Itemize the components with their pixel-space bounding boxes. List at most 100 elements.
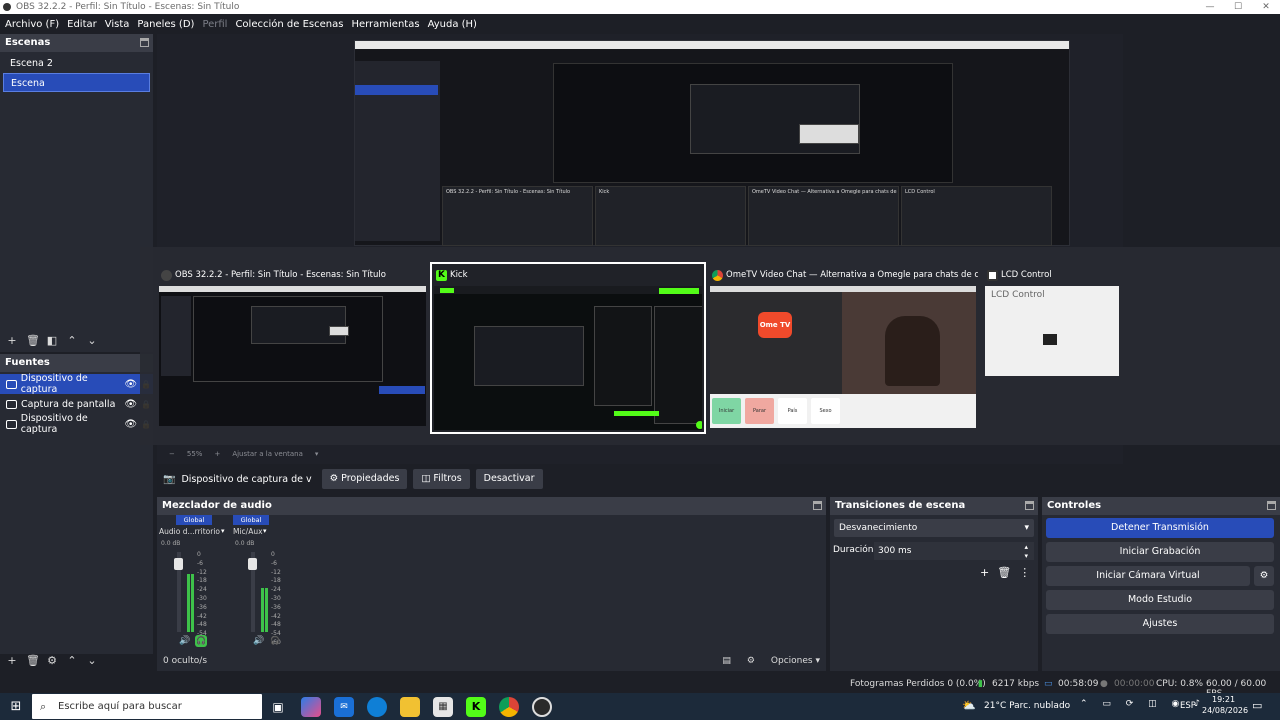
copilot-icon[interactable] (301, 697, 321, 717)
settings-button[interactable]: Ajustes (1046, 614, 1274, 634)
minimize-button[interactable]: — (1196, 0, 1224, 14)
menu-item-6[interactable]: Herramientas (351, 19, 419, 30)
source-up-icon[interactable]: ⌃ (66, 654, 78, 667)
visibility-eye-icon[interactable]: 👁 (124, 379, 137, 390)
back-window-title: OmeTV Video Chat — Alternativa a Omegle … (752, 189, 899, 195)
weather-text[interactable]: 21°C Parc. nublado (984, 701, 1070, 711)
mixer-title: Mezclador de audio (162, 500, 272, 511)
source-item[interactable]: Captura de pantalla👁🔒 (0, 394, 153, 414)
ometv-button[interactable]: Sexo (811, 398, 840, 424)
signal-icon: ▮ (978, 679, 983, 689)
remove-source-icon[interactable]: 🗑 (26, 654, 40, 667)
obs-taskbar-icon[interactable] (532, 697, 552, 717)
menu-item-5[interactable]: Colección de Escenas (235, 19, 343, 30)
start-recording-button[interactable]: Iniciar Grabación (1046, 542, 1274, 562)
layout-toggle-icon[interactable]: ▤ (722, 656, 731, 666)
visibility-eye-icon[interactable]: 👁 (124, 399, 137, 410)
volume-slider-handle[interactable] (174, 558, 183, 570)
menu-item-4[interactable]: Perfil (202, 19, 227, 30)
virtual-cam-settings-icon[interactable]: ⚙ (1254, 566, 1274, 586)
fit-mode[interactable]: Ajustar a la ventana (232, 450, 303, 458)
maximize-button[interactable]: ☐ (1224, 0, 1252, 14)
speaker-icon[interactable]: 🔊 (253, 636, 264, 646)
add-transition-icon[interactable]: + (980, 566, 989, 579)
speaker-icon[interactable]: 🔊 (179, 636, 190, 646)
switcher-back-window: OBS 32.2.2 - Perfil: Sin Título - Escena… (442, 186, 593, 246)
mixer-settings-icon[interactable]: ⚙ (747, 656, 755, 666)
controls-undock-icon[interactable] (1267, 501, 1276, 510)
stop-stream-button[interactable]: Detener Transmisión (1046, 518, 1274, 538)
properties-button[interactable]: ⚙ Propiedades (321, 469, 408, 489)
source-item[interactable]: Dispositivo de captura👁🔒 (0, 413, 153, 435)
source-label: Dispositivo de captura (20, 373, 88, 395)
transition-menu-icon[interactable]: ⋮ (1019, 566, 1030, 579)
taskbar-search[interactable]: ⌕ Escribe aquí para buscar (32, 694, 262, 719)
monitor-headphones-icon[interactable]: 🎧 (269, 635, 281, 647)
monitor-headphones-icon[interactable]: 🎧 (195, 635, 207, 647)
bitrate: 6217 kbps (992, 679, 1040, 689)
transitions-undock-icon[interactable] (1025, 501, 1034, 510)
deactivate-button[interactable]: Desactivar (475, 469, 543, 489)
add-scene-icon[interactable]: + (6, 334, 18, 347)
stepper-down-icon[interactable]: ▾ (1024, 547, 1028, 565)
studio-mode-button[interactable]: Modo Estudio (1046, 590, 1274, 610)
move-up-icon[interactable]: ⌃ (66, 334, 78, 347)
switcher-window-obs[interactable]: OBS 32.2.2 - Perfil: Sin Título - Escena… (157, 264, 428, 428)
scene-filters-icon[interactable]: ◧ (46, 334, 58, 347)
volume-slider-handle[interactable] (248, 558, 257, 570)
filters-button[interactable]: ◫ Filtros (413, 469, 470, 489)
add-source-icon[interactable]: + (6, 654, 18, 667)
scene-item[interactable]: Escena 2 (3, 54, 150, 73)
obs-window-title: OBS 32.2.2 - Perfil: Sin Título - Escena… (175, 270, 386, 280)
start-virtual-cam-button[interactable]: Iniciar Cámara Virtual (1046, 566, 1250, 586)
kick-icon: K (436, 270, 447, 281)
source-down-icon[interactable]: ⌄ (86, 654, 98, 667)
remove-scene-icon[interactable]: 🗑 (26, 334, 40, 347)
move-down-icon[interactable]: ⌄ (86, 334, 98, 347)
windows-start-icon[interactable]: ⊞ (6, 697, 26, 717)
zoom-in-icon[interactable]: + (214, 450, 220, 458)
zoom-out-icon[interactable]: − (169, 450, 175, 458)
undock-icon[interactable] (140, 38, 149, 47)
menu-item-0[interactable]: Archivo (F) (5, 19, 59, 30)
menu-item-7[interactable]: Ayuda (H) (428, 19, 477, 30)
db-scale: 0-6-12-18-24-30-36-42-48-54-60 (271, 551, 281, 648)
scene-item[interactable]: Escena (3, 73, 150, 92)
file-explorer-icon[interactable] (400, 697, 420, 717)
clock-date[interactable]: 24/08/2026 (1202, 706, 1248, 715)
notification-icon[interactable]: ▭ (1252, 699, 1262, 712)
source-settings-icon[interactable]: ⚙ (46, 654, 58, 667)
kick-taskbar-icon[interactable]: K (466, 697, 486, 717)
preview-area[interactable]: OBS 32.2.2 - Perfil: Sin Título - Escena… (140, 34, 1280, 464)
duration-input[interactable]: 300 ms ▴ ▾ (874, 542, 1034, 560)
mixer-channel: Global Mic/Aux ▾ 0.0 dB 0 -6 -12 -18 -24 -30 -36 -4… (231, 515, 303, 649)
remove-transition-icon[interactable]: 🗑 (997, 566, 1011, 579)
channel-dropdown-icon[interactable]: ▾ (263, 527, 267, 535)
audio-mixer-panel: Mezclador de audio Global Audio d...rrito… (157, 497, 826, 671)
menu-item-2[interactable]: Vista (105, 19, 130, 30)
ometv-button[interactable]: País (778, 398, 807, 424)
task-view-icon[interactable]: ▣ (268, 697, 288, 717)
source-item[interactable]: Dispositivo de captura👁🔒 (0, 373, 153, 395)
edge-icon[interactable] (367, 697, 387, 717)
obs-app-icon (3, 3, 11, 11)
language-indicator[interactable]: ESP (1180, 701, 1196, 711)
mixer-undock-icon[interactable] (813, 501, 822, 510)
switcher-window-ometv[interactable]: OmeTV Video Chat — Alternativa a Omegle … (708, 264, 978, 430)
chrome-taskbar-icon[interactable] (499, 697, 519, 717)
store-icon[interactable]: ▦ (433, 697, 453, 717)
visibility-eye-icon[interactable]: 👁 (124, 419, 137, 430)
fit-dropdown-icon[interactable]: ▾ (315, 450, 319, 458)
ometv-button[interactable]: Iniciar (712, 398, 741, 424)
menu-item-3[interactable]: Paneles (D) (137, 19, 194, 30)
mail-icon[interactable]: ✉ (334, 697, 354, 717)
clock-time[interactable]: 19:21 (1212, 695, 1235, 704)
options-button[interactable]: Opciones ▾ (771, 656, 820, 666)
channel-dropdown-icon[interactable]: ▾ (221, 527, 225, 535)
close-button[interactable]: ✕ (1252, 0, 1280, 14)
switcher-window-kick[interactable]: K Kick (430, 262, 706, 434)
menu-item-1[interactable]: Editar (67, 19, 97, 30)
ometv-button[interactable]: Parar (745, 398, 774, 424)
transition-select[interactable]: Desvanecimiento ▾ (834, 519, 1034, 537)
switcher-window-lcd[interactable]: LCD Control LCD Control (983, 264, 1123, 378)
